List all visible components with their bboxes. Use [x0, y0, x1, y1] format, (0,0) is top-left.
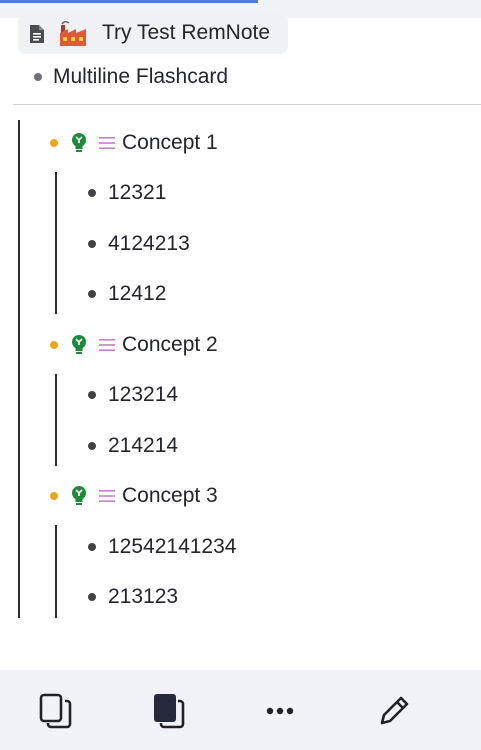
concept-bullet[interactable] [50, 492, 58, 500]
concept-bulb-icon [72, 486, 86, 505]
cards-filled-icon [154, 694, 185, 729]
child-bullet[interactable] [88, 240, 96, 248]
child-bullet[interactable] [88, 593, 96, 601]
child-row[interactable]: 123214 [88, 380, 178, 410]
concept-row[interactable]: Concept 2 [50, 330, 218, 360]
edit-pencil-icon [380, 696, 409, 725]
child-label: 12321 [108, 181, 167, 204]
document-icon [30, 25, 44, 43]
child-row[interactable]: 4124213 [88, 229, 190, 259]
list-icon [99, 137, 115, 149]
breadcrumb-chip[interactable]: Try Test RemNote [18, 14, 288, 54]
outline-indent-line [18, 120, 20, 618]
concept-bulb-icon [72, 335, 86, 354]
concept-bullet[interactable] [50, 341, 58, 349]
concept-bullet[interactable] [50, 139, 58, 147]
breadcrumb-label: Try Test RemNote [102, 21, 271, 44]
child-label: 123214 [108, 383, 179, 406]
bottom-toolbar [0, 670, 481, 750]
cards-outline-icon [39, 693, 72, 729]
child-label: 12542141234 [108, 535, 237, 558]
flashcards-filled-button[interactable] [146, 688, 190, 732]
child-indent-line [55, 172, 57, 314]
child-row[interactable]: 12542141234 [88, 532, 236, 562]
parent-bullet[interactable] [34, 73, 42, 81]
header-divider [13, 104, 481, 105]
concept-bulb-icon [72, 133, 86, 152]
child-bullet[interactable] [88, 290, 96, 298]
child-row[interactable]: 214214 [88, 431, 178, 461]
more-options-button[interactable] [257, 688, 301, 732]
child-label: 4124213 [108, 232, 190, 255]
list-icon [99, 490, 115, 502]
child-label: 213123 [108, 585, 179, 608]
list-icon [99, 339, 115, 351]
concept-label: Concept 3 [122, 484, 218, 507]
child-row[interactable]: 12321 [88, 178, 166, 208]
child-indent-line [55, 374, 57, 466]
child-label: 12412 [108, 282, 167, 305]
parent-rem-label: Multiline Flashcard [53, 65, 229, 88]
child-bullet[interactable] [88, 543, 96, 551]
concept-row[interactable]: Concept 3 [50, 481, 218, 511]
child-indent-line [55, 525, 57, 618]
child-bullet[interactable] [88, 189, 96, 197]
parent-rem-row[interactable]: Multiline Flashcard [34, 62, 228, 92]
concept-row[interactable]: Concept 1 [50, 128, 218, 158]
more-icon [266, 707, 294, 715]
child-bullet[interactable] [88, 442, 96, 450]
factory-emoji-icon [60, 20, 86, 46]
child-row[interactable]: 12412 [88, 279, 166, 309]
edit-button[interactable] [372, 688, 416, 732]
loading-progress-bar [0, 0, 258, 3]
flashcards-outline-button[interactable] [33, 688, 77, 732]
concept-label: Concept 1 [122, 131, 218, 154]
child-row[interactable]: 213123 [88, 582, 178, 612]
child-label: 214214 [108, 434, 179, 457]
child-bullet[interactable] [88, 391, 96, 399]
concept-label: Concept 2 [122, 333, 218, 356]
